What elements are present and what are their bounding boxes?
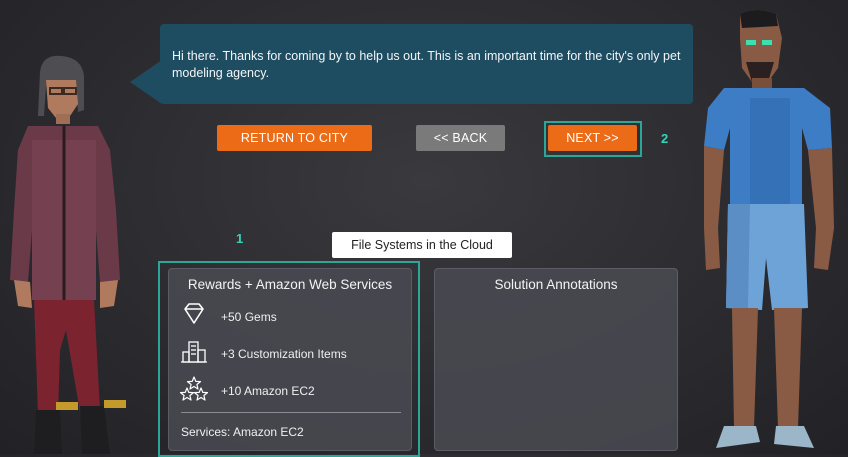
next-button[interactable]: NEXT >> xyxy=(548,125,637,151)
building-icon xyxy=(179,338,209,371)
services-label: Services: Amazon EC2 xyxy=(181,425,304,439)
back-button[interactable]: << BACK xyxy=(416,125,505,151)
reward-label: +10 Amazon EC2 xyxy=(221,384,315,398)
gem-icon xyxy=(179,301,209,334)
tooltip: File Systems in the Cloud xyxy=(332,232,512,258)
speech-bubble: Hi there. Thanks for coming by to help u… xyxy=(160,24,693,104)
reward-label: +50 Gems xyxy=(221,310,277,324)
reward-item-ec2: +10 Amazon EC2 xyxy=(179,375,315,408)
solution-annotations-panel: Solution Annotations xyxy=(434,268,678,451)
reward-label: +3 Customization Items xyxy=(221,347,347,361)
step-marker-2: 2 xyxy=(661,131,669,146)
divider xyxy=(181,412,401,413)
speech-bubble-tail xyxy=(130,60,162,104)
return-to-city-button[interactable]: RETURN TO CITY xyxy=(217,125,372,151)
npc-man-character xyxy=(704,10,834,448)
dialog-message: Hi there. Thanks for coming by to help u… xyxy=(172,49,681,80)
reward-item-gems: +50 Gems xyxy=(179,301,277,334)
rewards-panel-title: Rewards + Amazon Web Services xyxy=(187,277,393,292)
step-marker-1: 1 xyxy=(236,231,244,246)
stars-icon xyxy=(179,375,209,408)
npc-woman-character xyxy=(10,55,126,454)
rewards-panel: Rewards + Amazon Web Services +50 Gems +… xyxy=(168,268,412,451)
solution-annotations-title: Solution Annotations xyxy=(494,277,618,292)
reward-item-customization: +3 Customization Items xyxy=(179,340,347,368)
